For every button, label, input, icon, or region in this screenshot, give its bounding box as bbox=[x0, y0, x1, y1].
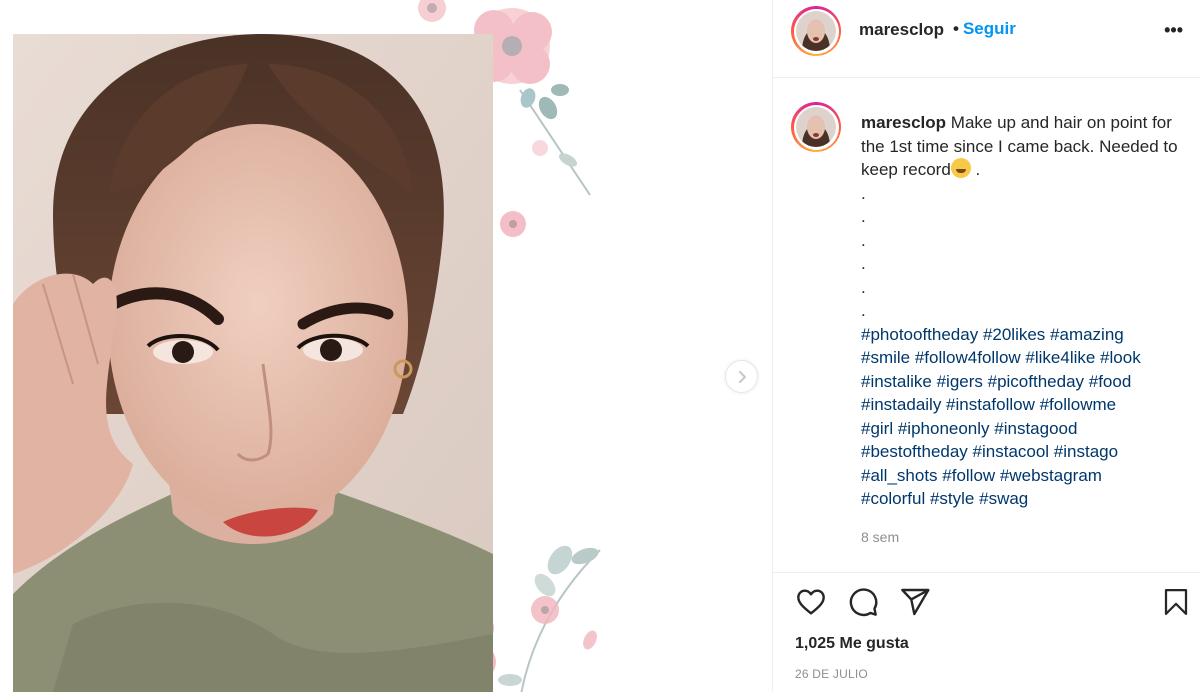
hashtag-line[interactable]: #instadaily #instafollow #followme bbox=[861, 393, 1186, 417]
header-username[interactable]: maresclop bbox=[859, 20, 944, 40]
avatar[interactable] bbox=[791, 6, 841, 56]
follow-button[interactable]: • Seguir bbox=[953, 19, 1016, 39]
follow-label: Seguir bbox=[962, 19, 1016, 38]
caption-time-ago[interactable]: 8 sem bbox=[861, 529, 899, 545]
hashtags: #photooftheday #20likes #amazing #smile … bbox=[861, 323, 1186, 511]
caption-dot: . bbox=[861, 207, 866, 226]
hashtag-line[interactable]: #photooftheday #20likes #amazing bbox=[861, 323, 1186, 347]
hashtag-line[interactable]: #all_shots #follow #webstagram bbox=[861, 464, 1186, 488]
post-media bbox=[0, 0, 772, 692]
comment-icon[interactable] bbox=[847, 586, 879, 618]
caption-avatar[interactable] bbox=[791, 102, 841, 152]
more-options-icon[interactable]: ••• bbox=[1164, 20, 1183, 41]
flower-mid-small bbox=[500, 211, 526, 237]
post-date: 26 DE JULIO bbox=[795, 667, 868, 681]
likes-count[interactable]: 1,025 Me gusta bbox=[795, 635, 909, 653]
post-actions: 1,025 Me gusta 26 DE JULIO bbox=[773, 573, 1200, 692]
bookmark-icon[interactable] bbox=[1161, 586, 1191, 618]
caption-username[interactable]: maresclop bbox=[861, 113, 946, 132]
hashtag-line[interactable]: #girl #iphoneonly #instagood bbox=[861, 417, 1186, 441]
paper-plane-icon[interactable] bbox=[899, 586, 931, 618]
post-details-panel: maresclop • Seguir ••• maresclop Make up … bbox=[772, 0, 1200, 692]
caption-dot: . bbox=[861, 277, 866, 297]
follow-separator: • bbox=[953, 19, 959, 38]
caption-dot: . bbox=[861, 254, 866, 273]
chevron-right-icon bbox=[738, 370, 746, 383]
comments-section: maresclop Make up and hair on point for … bbox=[773, 78, 1200, 573]
caption-dot: . bbox=[861, 183, 866, 203]
hashtag-line[interactable]: #colorful #style #swag bbox=[861, 487, 1186, 511]
hashtag-line[interactable]: #bestoftheday #instacool #instago bbox=[861, 440, 1186, 464]
post-caption: maresclop Make up and hair on point for … bbox=[861, 111, 1186, 511]
hashtag-line[interactable]: #instalike #igers #picoftheday #food bbox=[861, 370, 1186, 394]
rolling-on-floor-laughing-emoji-icon bbox=[950, 158, 971, 178]
caption-dot: . bbox=[861, 230, 866, 250]
heart-icon[interactable] bbox=[795, 586, 827, 618]
next-photo-button[interactable] bbox=[725, 360, 758, 393]
flower-top-small bbox=[418, 0, 446, 22]
caption-after-emoji: . bbox=[970, 160, 981, 179]
post-header: maresclop • Seguir ••• bbox=[773, 0, 1200, 78]
post-photo bbox=[13, 34, 493, 692]
caption-dots: . . . . . . bbox=[861, 182, 1186, 323]
hashtag-line[interactable]: #smile #follow4follow #like4like #look bbox=[861, 346, 1186, 370]
flower-bottom-small bbox=[531, 596, 559, 624]
caption-dot: . bbox=[861, 301, 866, 320]
